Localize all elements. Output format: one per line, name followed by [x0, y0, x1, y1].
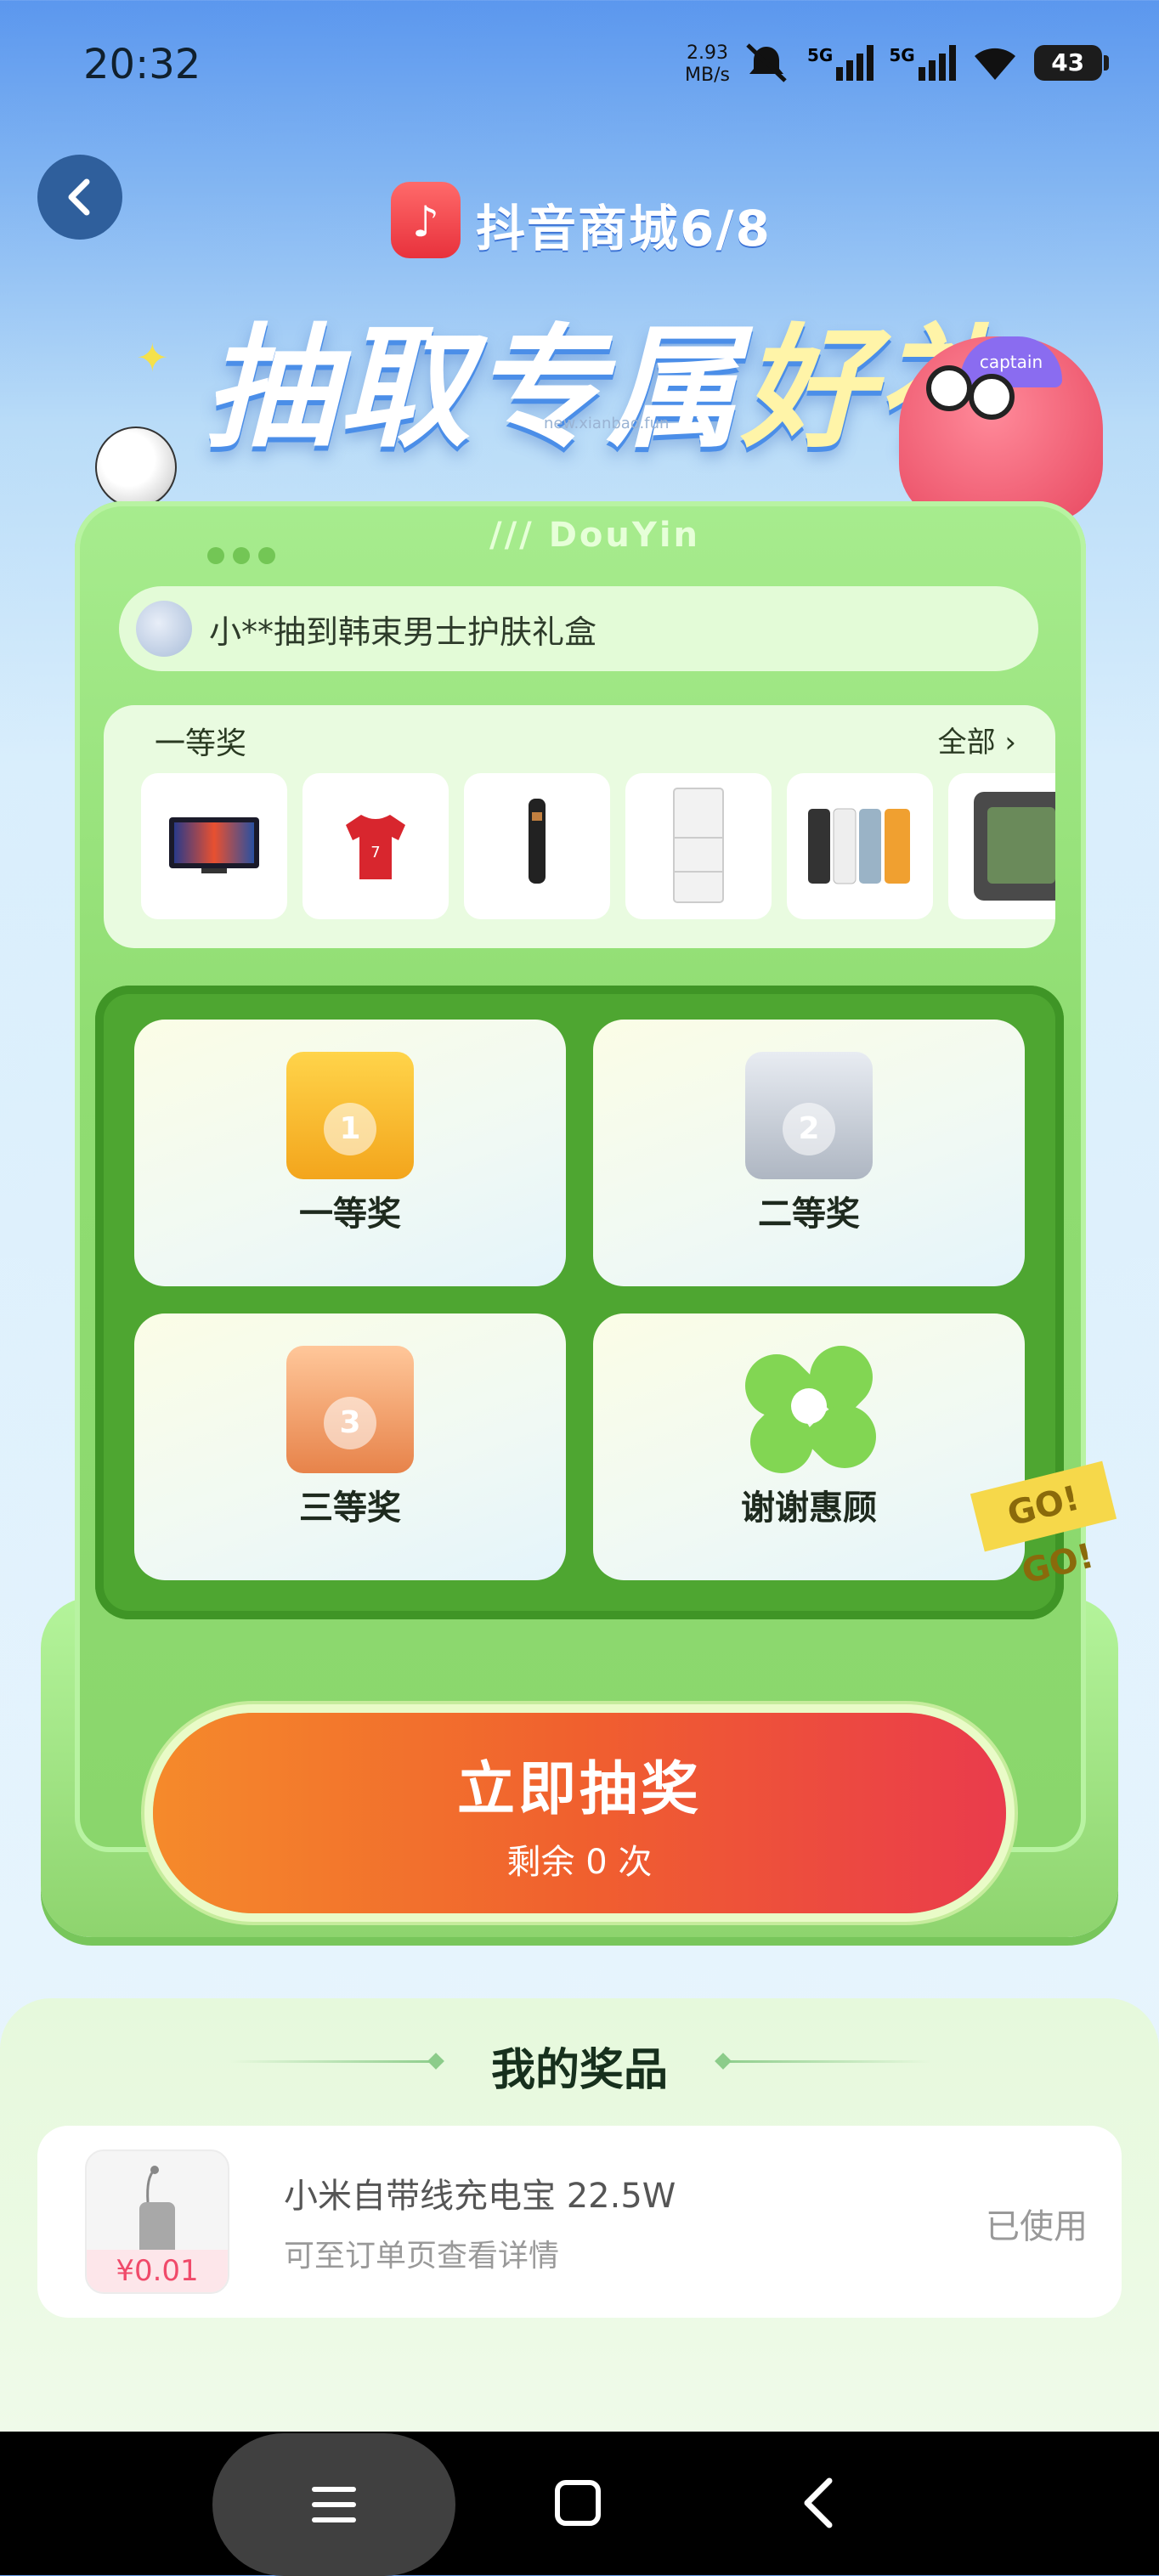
prize-thumb-phones[interactable] — [787, 773, 933, 919]
machine-dot — [258, 547, 275, 564]
network-speed-unit: MB/s — [685, 65, 730, 86]
machine-tab-label: /// DouYin — [489, 516, 701, 555]
prize-rank-badge: 1 — [324, 1103, 376, 1155]
jersey-icon: 7 — [346, 815, 405, 879]
status-icons: 5G 5G 43 — [741, 39, 1109, 87]
prize-cell-third: 3 三等奖 — [134, 1313, 566, 1580]
brand-title: 抖音商城6/8 — [476, 200, 772, 257]
draw-button[interactable]: 立即抽奖 剩余 0 次 — [153, 1713, 1006, 1913]
status-time: 20:32 — [83, 41, 201, 88]
svg-text:♪: ♪ — [412, 197, 439, 246]
prize-rank-badge: 2 — [783, 1103, 835, 1155]
prize-thumb-jersey[interactable]: 7 — [302, 773, 449, 919]
my-prizes-title: 我的奖品 — [490, 2045, 668, 2096]
douyin-mall-logo-icon: ♪ — [391, 182, 461, 258]
gadget-icon — [974, 792, 1055, 901]
back-button[interactable] — [37, 155, 122, 240]
network-type-1: 5G — [807, 45, 834, 65]
home-button[interactable] — [554, 2479, 602, 2530]
prize-cell-second: 2 二等奖 — [593, 1020, 1025, 1286]
prize-cell-label: 二等奖 — [758, 1195, 860, 1234]
chevron-left-icon — [68, 178, 90, 216]
avatar — [136, 601, 192, 657]
prize-thumb-fridge[interactable] — [625, 773, 772, 919]
chevron-right-icon: › — [995, 726, 1016, 760]
network-type-2: 5G — [889, 45, 915, 65]
watermark: new.xianbao.fun — [544, 415, 670, 432]
menu-icon — [312, 2487, 356, 2522]
star-decoration-icon: ✦ — [136, 335, 169, 381]
svg-text:7: 7 — [370, 844, 380, 861]
clover-icon — [732, 1332, 890, 1487]
gift-box-silver-icon: 2 — [745, 1052, 873, 1179]
panel-title: 一等奖 — [155, 726, 247, 761]
prize-thumb-hair-tool[interactable] — [464, 773, 610, 919]
view-all-label: 全部 — [937, 726, 996, 760]
mascot-eye-icon — [969, 374, 1015, 420]
mascot-eye-icon — [926, 365, 972, 411]
signal-icon-2: 5G — [889, 45, 956, 81]
draw-button-label: 立即抽奖 — [456, 1756, 702, 1823]
hair-tool-icon — [529, 799, 546, 884]
machine-dot — [233, 547, 250, 564]
soccer-ball-icon — [95, 427, 177, 508]
page-headline: 抽取专属好礼 — [204, 280, 1009, 472]
prize-cell-label: 一等奖 — [299, 1195, 401, 1234]
view-all-link[interactable]: 全部 › — [938, 719, 1016, 760]
prize-rank-badge: 3 — [324, 1397, 376, 1449]
tv-icon — [169, 817, 259, 873]
phones-icon — [808, 808, 910, 884]
winner-ticker: 小**抽到韩束男士护肤礼盒 — [119, 586, 1038, 671]
prize-price: ¥0.01 — [87, 2250, 228, 2292]
wifi-icon — [974, 48, 1015, 80]
nav-back-button[interactable] — [799, 2476, 840, 2534]
home-square-icon — [555, 2480, 601, 2526]
network-speed-value: 2.93 — [686, 42, 728, 64]
ticker-text: 小**抽到韩束男士护肤礼盒 — [209, 613, 597, 651]
prize-record-image: ¥0.01 — [85, 2149, 229, 2294]
prize-record[interactable]: ¥0.01 小米自带线充电宝 22.5W 可至订单页查看详情 已使用 — [37, 2126, 1122, 2318]
machine-dot — [207, 547, 224, 564]
prize-thumbnails: 7 — [141, 773, 1055, 919]
signal-icon: 5G — [807, 45, 874, 81]
remaining-draws: 剩余 0 次 — [506, 1843, 653, 1882]
prize-thumb-tv[interactable] — [141, 773, 287, 919]
network-speed: 2.93 MB/s — [685, 42, 730, 87]
prize-cell-thanks: 谢谢惠顾 — [593, 1313, 1025, 1580]
prize-cell-label: 三等奖 — [299, 1489, 401, 1528]
prize-thumb-gadget[interactable] — [948, 773, 1055, 919]
mute-icon — [746, 43, 787, 82]
prize-status: 已使用 — [986, 2207, 1088, 2246]
back-arrow-icon — [804, 2477, 833, 2528]
prize-cell-label: 谢谢惠顾 — [741, 1489, 877, 1528]
prize-name: 小米自带线充电宝 22.5W — [284, 2177, 676, 2216]
headline-part-1: 抽取专属 — [204, 311, 741, 466]
battery-icon: 43 — [1033, 45, 1109, 81]
first-prize-panel: 一等奖 全部 › 7 — [104, 705, 1055, 948]
gift-box-bronze-icon: 3 — [286, 1346, 414, 1473]
gift-box-gold-icon: 1 — [286, 1052, 414, 1179]
prize-subtitle: 可至订单页查看详情 — [284, 2239, 560, 2274]
prize-cell-first: 1 一等奖 — [134, 1020, 566, 1286]
menu-button[interactable] — [212, 2433, 455, 2576]
fridge-icon — [673, 788, 724, 903]
